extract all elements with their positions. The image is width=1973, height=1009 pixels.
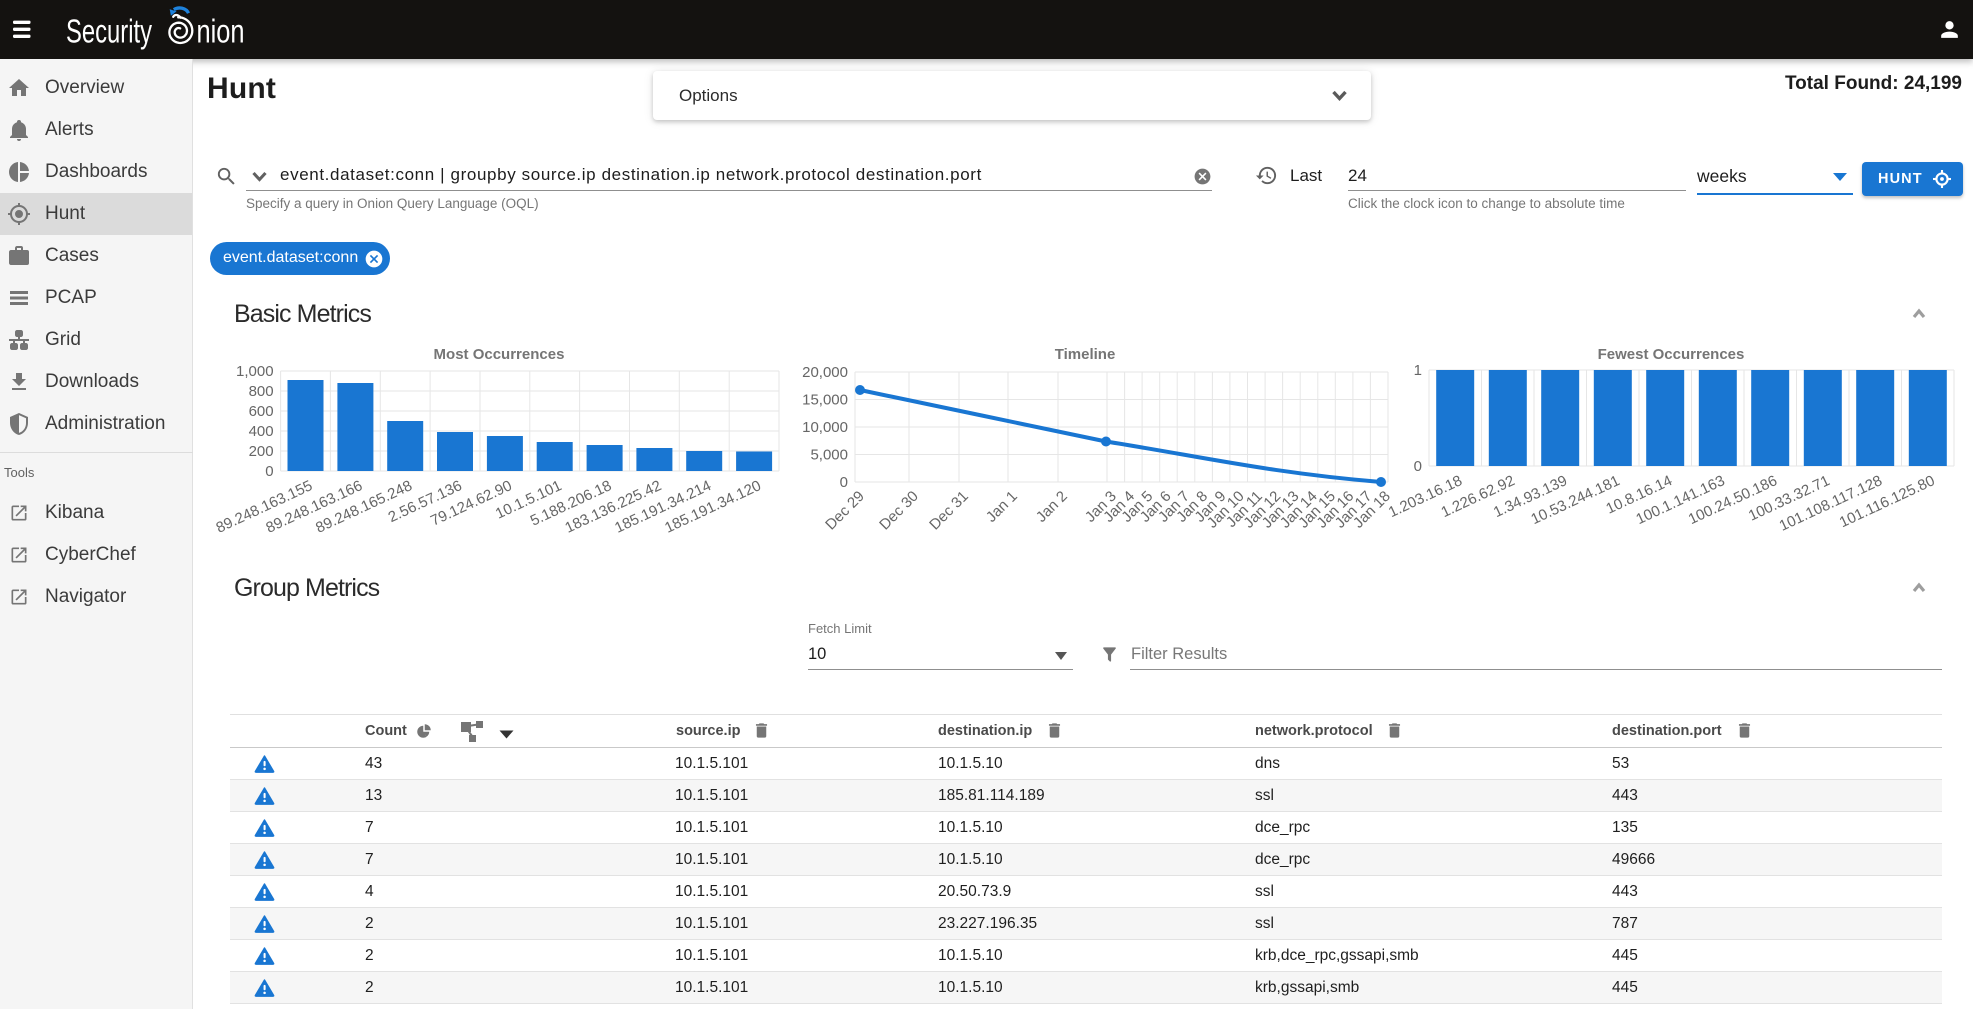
svg-text:Most Occurrences: Most Occurrences	[434, 346, 565, 363]
svg-text:200: 200	[249, 443, 274, 460]
svg-text:Dec 30: Dec 30	[876, 488, 922, 534]
svg-text:Timeline: Timeline	[1055, 346, 1116, 363]
svg-text:Fewest Occurrences: Fewest Occurrences	[1598, 346, 1745, 363]
svg-text:15,000: 15,000	[802, 392, 848, 409]
svg-text:Jan 2: Jan 2	[1033, 488, 1071, 526]
svg-text:Jan 1: Jan 1	[983, 488, 1021, 526]
svg-text:600: 600	[249, 403, 274, 420]
svg-text:Dec 31: Dec 31	[926, 488, 972, 534]
svg-text:0: 0	[840, 474, 848, 491]
svg-text:1,000: 1,000	[236, 363, 274, 380]
svg-text:400: 400	[249, 423, 274, 440]
svg-text:800: 800	[249, 383, 274, 400]
svg-text:Security: Security	[66, 13, 152, 50]
svg-text:0: 0	[1414, 458, 1422, 475]
svg-text:1: 1	[1414, 362, 1422, 379]
svg-text:0: 0	[265, 463, 273, 480]
svg-text:5,000: 5,000	[810, 447, 848, 464]
svg-text:nion: nion	[197, 13, 245, 50]
svg-text:20,000: 20,000	[802, 364, 848, 381]
svg-text:Dec 29: Dec 29	[822, 488, 868, 534]
svg-text:10,000: 10,000	[802, 419, 848, 436]
